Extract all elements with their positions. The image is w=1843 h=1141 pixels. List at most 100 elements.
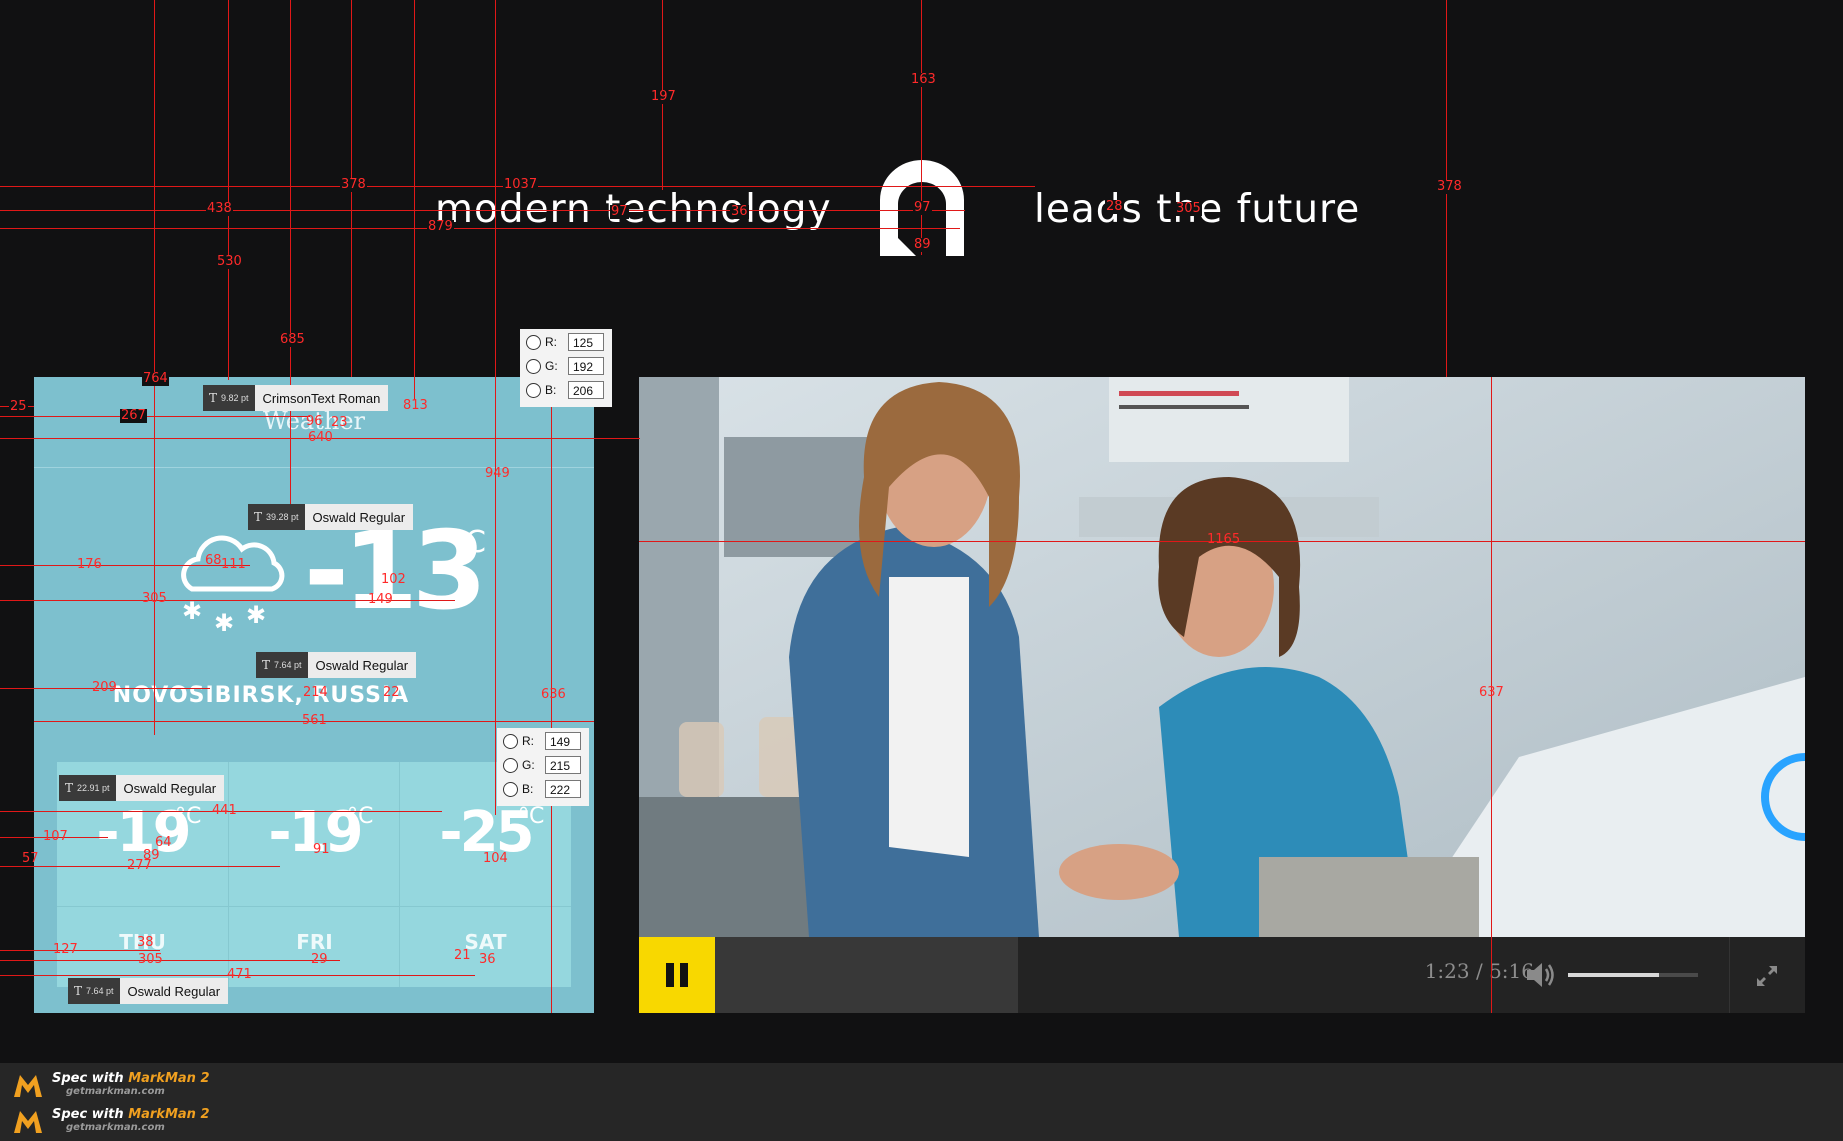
measurement-label: 104 xyxy=(483,851,508,866)
measurement-label: 813 xyxy=(403,398,428,413)
svg-text:✱: ✱ xyxy=(246,601,266,629)
measurement-label: 214 xyxy=(303,685,328,700)
radio-g[interactable] xyxy=(503,757,518,773)
measurement-label: 22 xyxy=(383,685,400,700)
measurement-label: 127 xyxy=(53,942,78,957)
guide-line xyxy=(0,950,160,951)
radio-r[interactable] xyxy=(503,733,518,749)
measurement-label: 25 xyxy=(9,399,28,414)
measurement-label: 378 xyxy=(340,177,367,192)
measurement-label: 28 xyxy=(1105,199,1124,214)
rgb-label: R: xyxy=(522,734,534,748)
guide-line xyxy=(921,0,922,255)
measurement-label: 21 xyxy=(454,948,471,963)
radio-b[interactable] xyxy=(526,382,541,398)
measurement-label: 111 xyxy=(221,557,246,572)
guide-line xyxy=(495,0,496,815)
measurement-label: 23 xyxy=(331,415,348,430)
rgb-label: B: xyxy=(545,383,557,397)
measurement-label: 97 xyxy=(610,204,629,219)
radio-b[interactable] xyxy=(503,781,518,797)
font-size: 22.91 pt xyxy=(77,783,110,793)
badge-brand: MarkMan 2 xyxy=(128,1071,210,1086)
guide-line xyxy=(0,228,960,229)
rgb-label: G: xyxy=(545,359,558,373)
measurement-label: 471 xyxy=(227,967,252,982)
video-player: 1:23 / 5:16 xyxy=(639,377,1805,1013)
measurement-label: 89 xyxy=(913,237,932,252)
forecast-temperature-unit: °C xyxy=(518,804,545,829)
guide-line xyxy=(154,0,155,735)
badge-url: getmarkman.com xyxy=(66,1122,165,1133)
font-name: Oswald Regular xyxy=(312,509,406,525)
guide-line xyxy=(290,0,291,520)
progress-played[interactable] xyxy=(715,937,1019,1013)
measurement-label: 102 xyxy=(381,572,406,587)
video-still-image xyxy=(639,377,1805,937)
forecast-temperature-unit: °C xyxy=(347,804,374,829)
time-separator: / xyxy=(1475,959,1483,983)
g-value[interactable]: 215 xyxy=(545,756,581,774)
b-value[interactable]: 222 xyxy=(545,780,581,798)
rgb-label: B: xyxy=(522,782,534,796)
measurement-label: 97 xyxy=(913,200,932,215)
g-value[interactable]: 192 xyxy=(568,357,604,375)
footer-bar: Spec with MarkMan 2 getmarkman.com Spec … xyxy=(0,1063,1843,1141)
badge-brand: MarkMan 2 xyxy=(128,1107,210,1122)
radio-r[interactable] xyxy=(526,334,541,350)
measurement-label: 107 xyxy=(43,829,68,844)
fullscreen-icon[interactable] xyxy=(1755,964,1779,988)
measurement-label: 530 xyxy=(216,254,243,269)
measurement-label: 91 xyxy=(313,842,330,857)
volume-slider[interactable] xyxy=(1568,973,1698,977)
font-name: Oswald Regular xyxy=(123,780,217,796)
measurement-label: 879 xyxy=(427,219,454,234)
rgb-label: R: xyxy=(545,335,557,349)
markman-badge[interactable]: Spec with MarkMan 2 getmarkman.com xyxy=(12,1103,210,1139)
measurement-label: 305 xyxy=(142,591,167,606)
radio-g[interactable] xyxy=(526,358,541,374)
measurement-label: 36 xyxy=(730,204,749,219)
measurement-label: 438 xyxy=(206,201,233,216)
measurement-label: 636 xyxy=(541,687,566,702)
color-picker-forecast-bg: R: G: B: 149 215 222 xyxy=(497,728,589,806)
measurement-label: 305 xyxy=(138,952,163,967)
video-frame[interactable] xyxy=(639,377,1805,937)
guide-line xyxy=(228,0,229,380)
measurement-label: 1037 xyxy=(503,177,539,192)
measurement-label: 305 xyxy=(1175,201,1202,216)
snow-cloud-icon: ✱ ✱ ✱ xyxy=(174,527,290,637)
measurement-label: 36 xyxy=(479,952,496,967)
volume-icon[interactable] xyxy=(1525,961,1557,989)
markman-badge[interactable]: Spec with MarkMan 2 getmarkman.com xyxy=(12,1067,210,1103)
pause-icon xyxy=(666,963,688,987)
r-value[interactable]: 125 xyxy=(568,333,604,351)
font-size: 7.64 pt xyxy=(274,660,302,670)
measurement-label: 441 xyxy=(212,803,237,818)
badge-url: getmarkman.com xyxy=(66,1086,165,1097)
measurement-label: 267 xyxy=(120,408,147,423)
markman-logo-icon xyxy=(14,1111,42,1133)
current-temperature-unit: °C xyxy=(450,525,486,560)
font-tag-location: T 7.64 pt Oswald Regular xyxy=(256,652,417,678)
font-tag-current-temp: T 39.28 pt Oswald Regular xyxy=(248,504,414,530)
font-tag-forecast-temp: T 22.91 pt Oswald Regular xyxy=(59,775,225,801)
r-value[interactable]: 149 xyxy=(545,732,581,750)
measurement-label: 637 xyxy=(1479,685,1504,700)
volume-slider-fill xyxy=(1568,973,1659,977)
time-display: 1:23 / 5:16 xyxy=(1374,959,1534,983)
controls-divider xyxy=(1729,937,1730,1013)
current-time: 1:23 xyxy=(1424,959,1470,983)
guide-line xyxy=(414,0,415,400)
font-name: Oswald Regular xyxy=(315,657,409,673)
measurement-label: 209 xyxy=(92,680,117,695)
pause-button[interactable] xyxy=(639,937,715,1013)
font-tag-forecast-day: T 7.64 pt Oswald Regular xyxy=(68,978,229,1004)
rgb-label: G: xyxy=(522,758,535,772)
badge-prefix: Spec with xyxy=(52,1107,129,1122)
player-controls: 1:23 / 5:16 xyxy=(639,937,1805,1013)
measurement-label: 197 xyxy=(650,89,677,104)
guide-line xyxy=(0,210,965,211)
measurement-label: 640 xyxy=(308,430,333,445)
b-value[interactable]: 206 xyxy=(568,381,604,399)
